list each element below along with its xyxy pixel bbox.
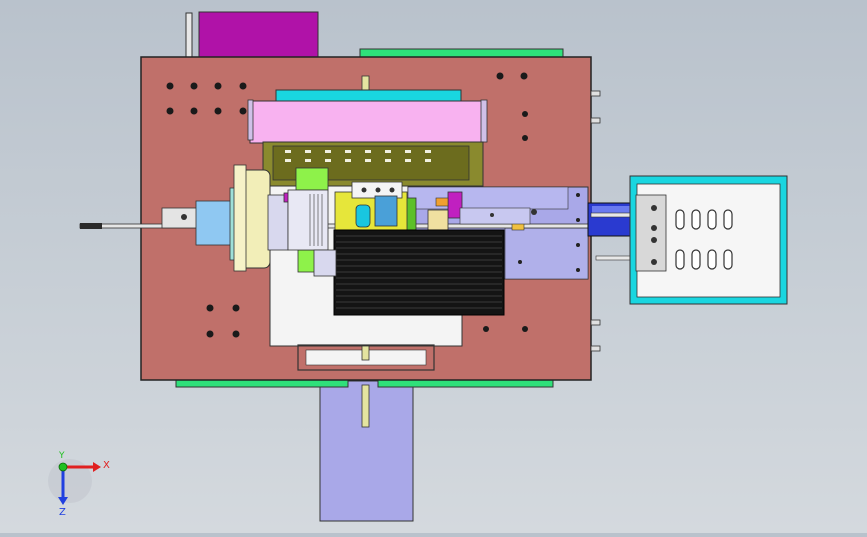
top-post [185,12,193,59]
y-axis-dot [58,462,68,472]
assembly-drawing: X Y Z [48,11,788,522]
z-axis-label: Z [59,507,66,518]
orange-stop [435,197,449,207]
cyan-sensor [355,204,371,228]
rod-tip [80,223,102,229]
top-pin [361,75,370,91]
spindle-cone [195,200,233,246]
magenta-block [198,11,319,59]
cad-viewport[interactable]: X Y Z [0,0,867,533]
chute-slot [361,384,370,428]
housing-bracket [635,194,667,272]
pink-cover [249,100,484,144]
coordinate-triad: X Y Z [48,451,110,518]
x-axis-label: X [103,460,110,471]
spindle-block [161,207,199,229]
cover-sides [247,99,254,141]
cyan-frame [275,89,462,103]
green-rail-bottom-left [175,379,349,388]
y-axis-label: Y [58,451,65,461]
green-bracket [295,167,329,191]
green-rail-bottom-right [377,379,554,388]
